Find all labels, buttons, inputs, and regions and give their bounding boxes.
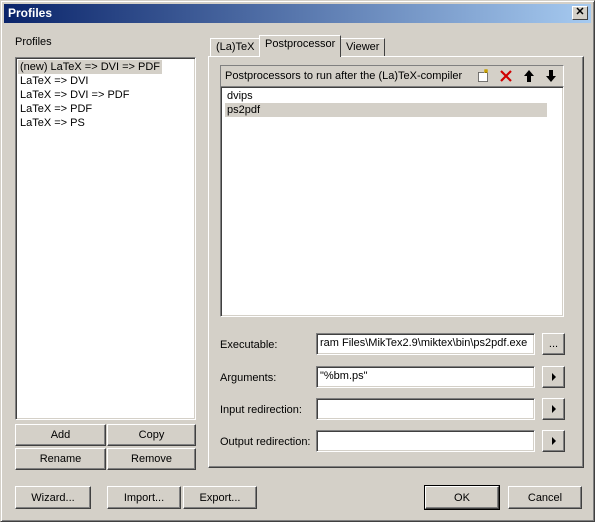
output-redirection-field[interactable] bbox=[316, 430, 535, 452]
move-down-icon[interactable] bbox=[543, 68, 559, 84]
executable-field[interactable]: ram Files\MikTex2.9\miktex\bin\ps2pdf.ex… bbox=[316, 333, 535, 355]
profiles-list[interactable]: (new) LaTeX => DVI => PDF LaTeX => DVI L… bbox=[15, 57, 196, 420]
profiles-label: Profiles bbox=[15, 36, 52, 48]
postprocessor-header-text: Postprocessors to run after the (La)TeX-… bbox=[225, 70, 463, 82]
arguments-value: "%bm.ps" bbox=[320, 370, 368, 382]
profile-item[interactable]: LaTeX => DVI => PDF bbox=[18, 88, 131, 102]
profile-item[interactable]: LaTeX => DVI bbox=[18, 74, 91, 88]
copy-button[interactable]: Copy bbox=[107, 424, 196, 446]
output-redirection-label: Output redirection: bbox=[220, 436, 311, 448]
executable-label: Executable: bbox=[220, 339, 278, 351]
tab-postprocessor[interactable]: Postprocessor bbox=[259, 35, 342, 57]
postprocessor-item[interactable]: ps2pdf bbox=[225, 103, 547, 117]
profile-item[interactable]: (new) LaTeX => DVI => PDF bbox=[18, 60, 163, 74]
move-up-icon[interactable] bbox=[521, 68, 537, 84]
arrow-right-icon bbox=[551, 405, 556, 413]
tab-latex[interactable]: (La)TeX bbox=[210, 38, 261, 57]
browse-executable-button[interactable]: ... bbox=[542, 333, 565, 355]
close-button[interactable]: ✕ bbox=[572, 6, 588, 20]
executable-value: ram Files\MikTex2.9\miktex\bin\ps2pdf.ex… bbox=[320, 337, 528, 349]
postprocessor-list[interactable]: dvips ps2pdf bbox=[220, 86, 564, 317]
output-redirection-menu-button[interactable] bbox=[542, 430, 565, 452]
remove-button[interactable]: Remove bbox=[107, 448, 196, 470]
arrow-right-icon bbox=[551, 437, 556, 445]
window-title: Profiles bbox=[8, 6, 53, 20]
postprocessor-item[interactable]: dvips bbox=[225, 89, 255, 103]
profiles-dialog: Profiles ✕ Profiles (new) LaTeX => DVI =… bbox=[0, 0, 595, 522]
wizard-button[interactable]: Wizard... bbox=[15, 486, 91, 509]
arrow-right-icon bbox=[551, 373, 556, 381]
ok-button[interactable]: OK bbox=[424, 485, 500, 510]
cancel-button[interactable]: Cancel bbox=[508, 486, 582, 509]
close-icon: ✕ bbox=[575, 6, 585, 18]
postprocessor-list-header: Postprocessors to run after the (La)TeX-… bbox=[220, 65, 564, 86]
export-button[interactable]: Export... bbox=[183, 486, 257, 509]
title-bar[interactable]: Profiles ✕ bbox=[4, 4, 591, 23]
arguments-menu-button[interactable] bbox=[542, 366, 565, 388]
arguments-field[interactable]: "%bm.ps" bbox=[316, 366, 535, 388]
profile-item[interactable]: LaTeX => PS bbox=[18, 116, 87, 130]
delete-icon[interactable] bbox=[498, 68, 514, 84]
input-redirection-label: Input redirection: bbox=[220, 404, 302, 416]
add-button[interactable]: Add bbox=[15, 424, 106, 446]
new-icon[interactable] bbox=[475, 68, 491, 84]
input-redirection-menu-button[interactable] bbox=[542, 398, 565, 420]
input-redirection-field[interactable] bbox=[316, 398, 535, 420]
profile-item[interactable]: LaTeX => PDF bbox=[18, 102, 94, 116]
import-button[interactable]: Import... bbox=[107, 486, 181, 509]
arguments-label: Arguments: bbox=[220, 372, 277, 384]
rename-button[interactable]: Rename bbox=[15, 448, 106, 470]
tab-viewer[interactable]: Viewer bbox=[340, 38, 386, 57]
